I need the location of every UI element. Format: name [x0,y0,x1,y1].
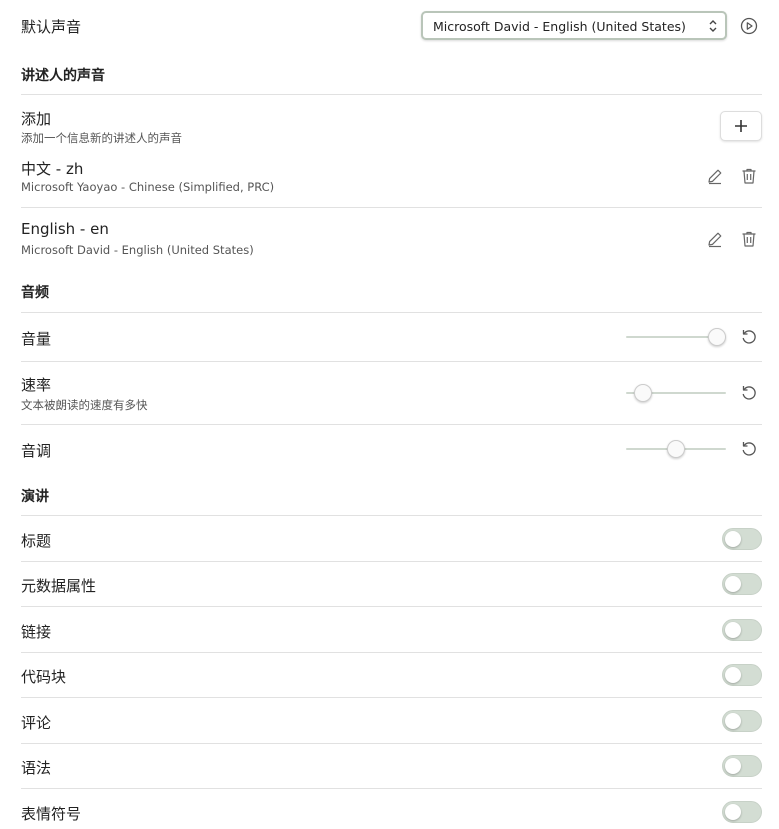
add-voice-button[interactable] [720,111,762,141]
toggle-label: 链接 [21,623,52,641]
reset-icon[interactable] [739,439,759,459]
toggle-label: 元数据属性 [21,577,97,595]
divider [21,207,762,208]
volume-label: 音量 [21,330,52,348]
divider [21,652,762,653]
divider [21,697,762,698]
audio-section-heading: 音频 [21,285,49,301]
default-voice-select[interactable]: Microsoft David - English (United States… [421,11,727,40]
divider [21,515,762,516]
trash-icon[interactable] [739,229,759,249]
edit-pencil-icon[interactable] [705,166,725,186]
speech-section-heading: 演讲 [21,489,49,505]
slider-thumb[interactable] [667,440,685,458]
toggle-label: 语法 [21,759,52,777]
toggle-label: 表情符号 [21,805,82,823]
reset-icon[interactable] [739,327,759,347]
divider [21,606,762,607]
rate-slider[interactable] [626,383,726,403]
toggle-knob [725,622,741,638]
voice-item-name: English - en [21,220,109,238]
toggle-switch[interactable] [722,710,762,732]
rate-description: 文本被朗读的速度有多快 [21,398,148,412]
divider [21,743,762,744]
divider [21,361,762,362]
voice-item-voice: Microsoft Yaoyao - Chinese (Simplified, … [21,180,275,194]
plus-icon [735,120,747,132]
pitch-slider[interactable] [626,439,726,459]
toggle-label: 评论 [21,714,52,732]
play-circle-icon[interactable] [739,16,759,36]
trash-icon[interactable] [739,166,759,186]
add-voice-label: 添加 [21,110,52,128]
toggle-knob [725,758,741,774]
volume-slider[interactable] [626,327,726,347]
toggle-knob [725,804,741,820]
toggle-knob [725,667,741,683]
divider [21,94,762,95]
toggle-knob [725,576,741,592]
rate-label: 速率 [21,376,52,394]
toggle-label: 标题 [21,532,52,550]
toggle-switch[interactable] [722,801,762,823]
default-voice-value: Microsoft David - English (United States… [433,19,686,34]
divider [21,788,762,789]
divider [21,561,762,562]
toggle-switch[interactable] [722,755,762,777]
voice-item-name: 中文 - zh [21,160,84,178]
divider [21,312,762,313]
default-voice-label: 默认声音 [21,18,82,36]
divider [21,424,762,425]
toggle-knob [725,531,741,547]
toggle-switch[interactable] [722,573,762,595]
narrator-section-heading: 讲述人的声音 [21,68,105,84]
toggle-knob [725,713,741,729]
toggle-switch[interactable] [722,664,762,686]
pitch-label: 音调 [21,442,52,460]
chevron-up-down-icon [709,20,717,32]
toggle-switch[interactable] [722,619,762,641]
reset-icon[interactable] [739,383,759,403]
toggle-switch[interactable] [722,528,762,550]
slider-thumb[interactable] [634,384,652,402]
slider-thumb[interactable] [708,328,726,346]
edit-pencil-icon[interactable] [705,229,725,249]
toggle-label: 代码块 [21,668,67,686]
add-voice-description: 添加一个信息新的讲述人的声音 [21,131,182,145]
voice-item-voice: Microsoft David - English (United States… [21,243,254,257]
